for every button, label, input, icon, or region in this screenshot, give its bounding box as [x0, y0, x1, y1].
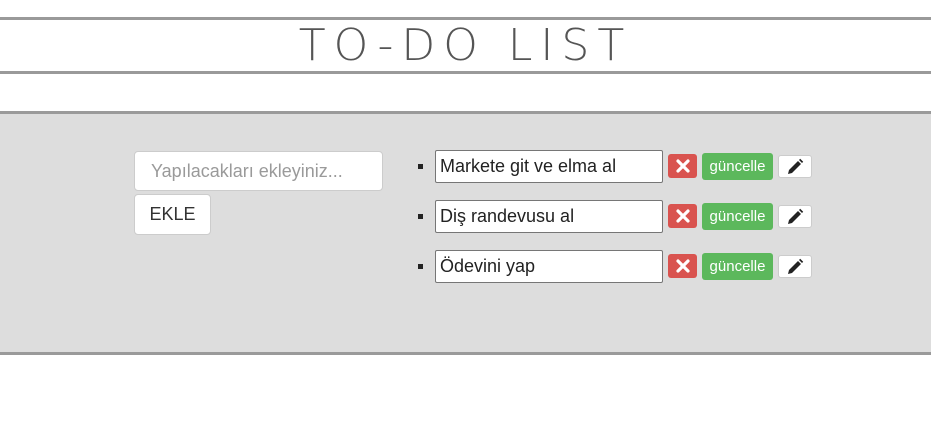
- title-bar: TO-DO LIST: [0, 17, 931, 74]
- delete-button[interactable]: [668, 254, 697, 278]
- x-icon: [675, 259, 690, 273]
- update-button[interactable]: güncelle: [702, 253, 773, 280]
- x-icon: [675, 209, 690, 223]
- todo-input[interactable]: [134, 151, 383, 191]
- todo-item-text[interactable]: [435, 150, 663, 183]
- todo-item-text[interactable]: [435, 200, 663, 233]
- x-icon: [675, 159, 690, 173]
- update-button[interactable]: güncelle: [702, 153, 773, 180]
- bullet-icon: [418, 214, 423, 219]
- bullet-icon: [418, 264, 423, 269]
- todo-item-text[interactable]: [435, 250, 663, 283]
- add-button[interactable]: EKLE: [134, 194, 211, 235]
- update-button[interactable]: güncelle: [702, 203, 773, 230]
- edit-button[interactable]: [778, 255, 812, 278]
- edit-button[interactable]: [778, 155, 812, 178]
- delete-button[interactable]: [668, 204, 697, 228]
- pencil-icon: [786, 158, 804, 176]
- page-title: TO-DO LIST: [298, 19, 633, 71]
- todo-panel: EKLE güncelle: [0, 111, 931, 355]
- edit-button[interactable]: [778, 205, 812, 228]
- bullet-icon: [418, 164, 423, 169]
- pencil-icon: [786, 208, 804, 226]
- delete-button[interactable]: [668, 154, 697, 178]
- pencil-icon: [786, 258, 804, 276]
